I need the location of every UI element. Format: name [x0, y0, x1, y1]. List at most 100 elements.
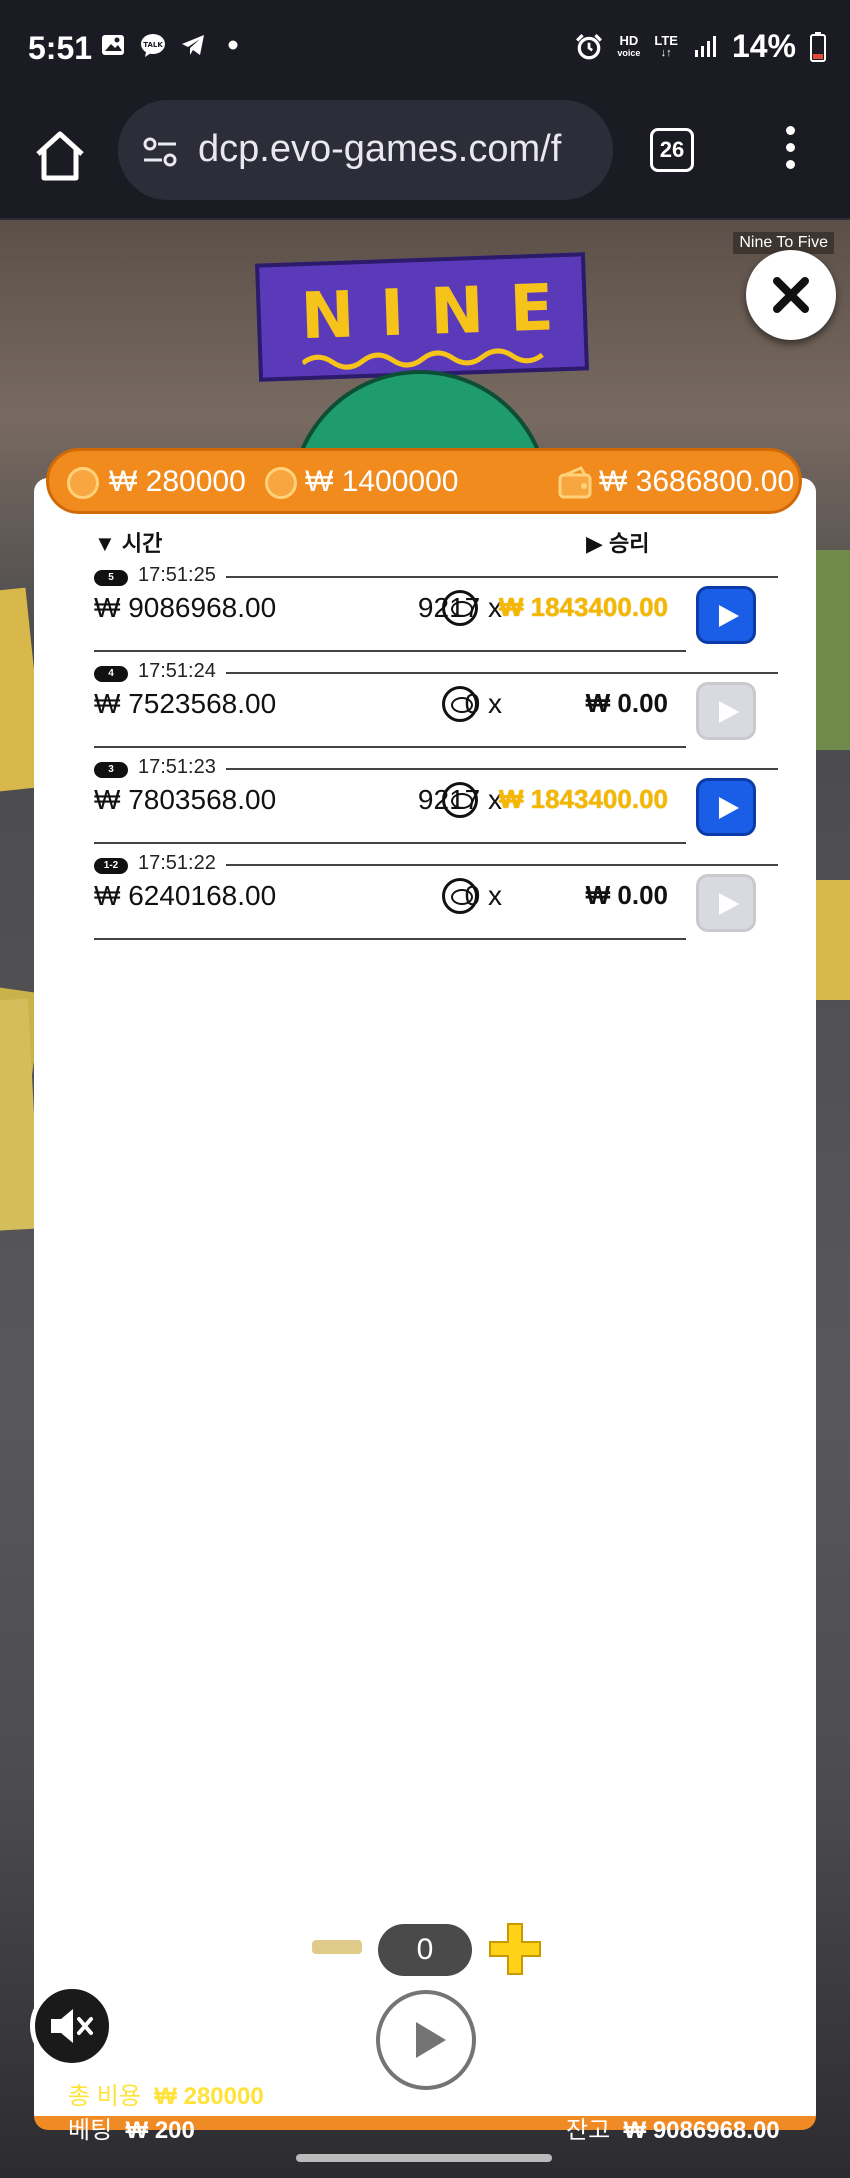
svg-text:TALK: TALK	[143, 41, 163, 49]
coin-icon	[265, 467, 297, 499]
row-divider	[226, 576, 778, 578]
address-bar[interactable]: dcp.evo-games.com/f	[118, 100, 613, 200]
hd-voice-indicator: HD voice	[617, 34, 640, 60]
coin-value-2: ₩ 1400000	[305, 465, 459, 498]
play-icon	[719, 701, 739, 723]
logo-text: NINE	[299, 270, 581, 355]
gallery-icon	[102, 35, 124, 55]
hd-label: HD	[619, 32, 639, 48]
row-time: 17:51:25	[138, 564, 216, 586]
row-win: ₩ 1843400.00	[498, 784, 668, 814]
bet-count: 0	[378, 1924, 472, 1976]
site-settings-icon[interactable]	[140, 132, 180, 172]
row-divider	[226, 864, 778, 866]
telegram-icon	[182, 35, 204, 55]
play-icon	[719, 893, 739, 915]
total-cost: 총 비용 ₩ 280000	[68, 2076, 264, 2111]
system-icons: HD voice LTE ↓↑ 14%	[575, 28, 826, 65]
signal-icon	[694, 35, 716, 57]
time-column-header[interactable]: ▼ 시간	[94, 526, 162, 558]
replay-button[interactable]	[696, 586, 756, 644]
row-win: ₩ 0.00	[585, 880, 668, 910]
game-logo: NINE	[255, 252, 589, 382]
battery-icon	[810, 31, 826, 62]
balance-value: ₩ 9086968.00	[623, 2117, 780, 2144]
row-divider	[226, 768, 778, 770]
coin-icon	[442, 686, 478, 722]
talk-icon: TALK	[141, 34, 165, 57]
bet-label: 베팅	[68, 2117, 113, 2144]
row-time: 17:51:23	[138, 756, 216, 778]
play-icon	[416, 2022, 446, 2058]
replay-button[interactable]	[696, 682, 756, 740]
background-sticky-note	[816, 880, 850, 1000]
row-win: ₩ 0.00	[585, 688, 668, 718]
coin-icon	[442, 782, 478, 818]
status-bar: 5:51 TALK HD voice LTE ↓↑ 14%	[0, 0, 850, 100]
dot-icon	[228, 40, 238, 50]
row-win: ₩ 1843400.00	[498, 592, 668, 622]
coin-value-1: ₩ 280000	[109, 465, 246, 498]
close-icon	[773, 277, 809, 313]
time-header-label: 시간	[121, 531, 163, 556]
home-icon[interactable]	[30, 126, 90, 186]
url-text[interactable]: dcp.evo-games.com/f	[198, 128, 603, 171]
round-badge: 4	[94, 666, 128, 682]
balance: 잔고 ₩ 9086968.00	[566, 2110, 780, 2145]
sound-toggle-button[interactable]	[30, 1984, 114, 2068]
row-balance: ₩ 7523568.00	[94, 688, 277, 719]
coin-icon	[67, 467, 99, 499]
sort-right-icon: ▶	[586, 531, 603, 556]
coin-icon	[442, 590, 478, 626]
win-header-label: 승리	[609, 531, 650, 556]
wallet-icon	[558, 466, 592, 499]
alarm-icon	[576, 33, 603, 59]
play-icon	[719, 605, 739, 627]
history-row: 3 17:51:23 ₩ 7803568.00 9217 x ₩ 1843400…	[94, 754, 778, 850]
row-divider	[94, 938, 686, 940]
bet-amount: 베팅 ₩ 200	[68, 2110, 195, 2145]
tab-switcher-button[interactable]: 26	[650, 128, 694, 172]
sound-off-icon	[51, 2009, 93, 2043]
row-time: 17:51:22	[138, 852, 216, 874]
voice-label: voice	[617, 47, 641, 58]
home-indicator[interactable]	[296, 2154, 552, 2162]
lte-indicator: LTE ↓↑	[654, 32, 678, 59]
background-sticky-note	[814, 550, 850, 750]
coin-icon	[442, 878, 478, 914]
browser-menu-icon[interactable]	[780, 126, 800, 176]
network-label: LTE	[654, 32, 678, 48]
history-row: 1-2 17:51:22 ₩ 6240168.00 0 x ₩ 0.00	[94, 850, 778, 946]
history-row: 4 17:51:24 ₩ 7523568.00 0 x ₩ 0.00	[94, 658, 778, 754]
browser-toolbar: dcp.evo-games.com/f 26	[0, 100, 850, 220]
battery-percent: 14%	[731, 28, 796, 64]
round-badge: 1-2	[94, 858, 128, 874]
notification-icons: TALK	[100, 32, 246, 58]
increase-bet-button[interactable]	[486, 1920, 544, 1978]
row-divider	[94, 842, 686, 844]
history-row: 5 17:51:25 ₩ 9086968.00 9217 x ₩ 1843400…	[94, 562, 778, 658]
decrease-bet-button[interactable]	[312, 1940, 362, 1954]
round-badge: 5	[94, 570, 128, 586]
sort-down-icon: ▼	[94, 531, 116, 556]
summary-bar: ₩ 280000 ₩ 1400000 ₩ 3686800.00	[46, 448, 802, 514]
row-balance: ₩ 7803568.00	[94, 784, 277, 815]
total-cost-value: ₩ 280000	[154, 2083, 264, 2110]
replay-button[interactable]	[696, 874, 756, 932]
replay-button[interactable]	[696, 778, 756, 836]
spin-button[interactable]	[376, 1990, 476, 2090]
row-divider	[226, 672, 778, 674]
bet-value: ₩ 200	[125, 2117, 195, 2144]
win-column-header[interactable]: ▶ 승리	[586, 526, 650, 558]
row-divider	[94, 650, 686, 652]
total-cost-label: 총 비용	[68, 2083, 141, 2110]
wallet-value: ₩ 3686800.00	[599, 465, 795, 498]
close-button[interactable]	[746, 250, 836, 340]
status-time: 5:51	[28, 30, 93, 66]
row-time: 17:51:24	[138, 660, 216, 682]
balance-label: 잔고	[566, 2117, 611, 2144]
round-badge: 3	[94, 762, 128, 778]
row-balance: ₩ 6240168.00	[94, 880, 277, 911]
row-balance: ₩ 9086968.00	[94, 592, 277, 623]
row-divider	[94, 746, 686, 748]
